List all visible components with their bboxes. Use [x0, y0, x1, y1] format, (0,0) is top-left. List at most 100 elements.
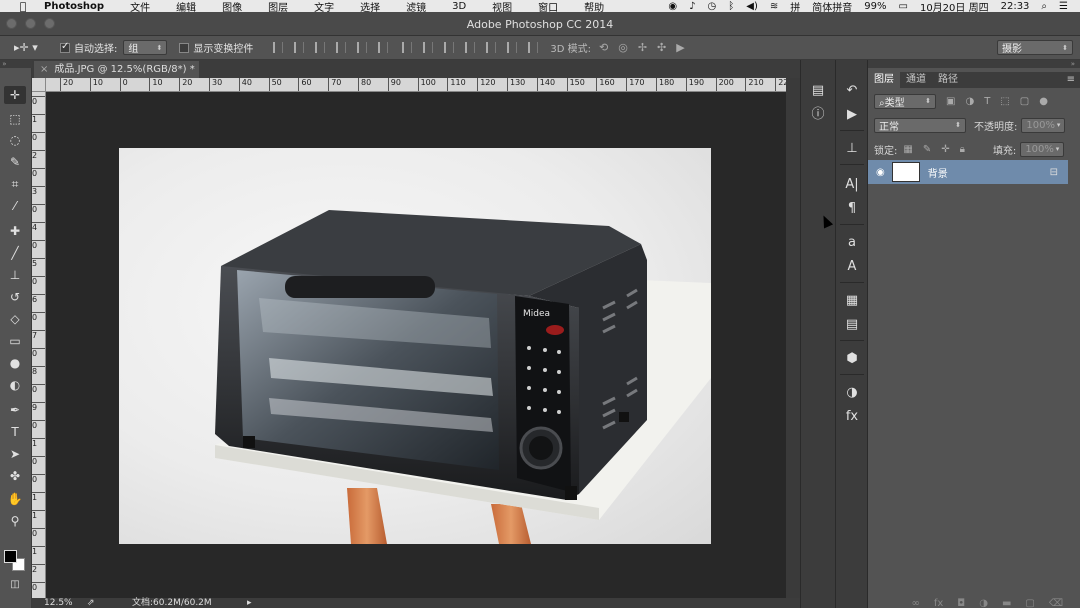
apple-icon[interactable]: 	[16, 0, 30, 12]
layer-name[interactable]: 背景	[928, 165, 948, 180]
brush-tool-icon[interactable]: ╱	[4, 244, 26, 262]
menu-type[interactable]: 文字	[314, 0, 334, 13]
tab-paths[interactable]: 路径	[932, 72, 964, 88]
character-icon[interactable]: A|	[841, 176, 863, 194]
menu-edit[interactable]: 编辑	[176, 0, 196, 13]
record-icon[interactable]: ◉	[668, 1, 677, 12]
info-icon[interactable]: ⓘ	[807, 106, 829, 124]
dodge-tool-icon[interactable]: ◐	[4, 376, 26, 394]
wifi-icon[interactable]: ≋	[770, 1, 778, 12]
lock-position-icon[interactable]: ✛	[941, 144, 949, 155]
bluetooth-icon[interactable]: ᛒ	[728, 1, 734, 12]
time-label[interactable]: 22:33	[1001, 1, 1030, 12]
new-layer-icon[interactable]: ▢	[1025, 598, 1034, 608]
menu-view[interactable]: 视图	[492, 0, 512, 13]
filter-type-dropdown[interactable]: ⌕类型 ⬍	[874, 93, 936, 109]
quick-mask-icon[interactable]: ◫	[4, 576, 26, 594]
paragraph-styles-icon[interactable]: A	[841, 258, 863, 276]
lock-all-icon[interactable]: 🔒︎	[960, 144, 965, 155]
adjustment-layer-icon[interactable]: ◑	[979, 598, 988, 608]
distribute-bottom-icon[interactable]	[444, 42, 455, 53]
blur-tool-icon[interactable]: ●	[4, 354, 26, 372]
vertical-ruler[interactable]: 0 1 0 2 0 3 0 4 0 5 0 6 0 7 0 8 0 9 0 1 0 0 1 1 0 1 2 0	[32, 92, 46, 598]
adjustments-icon[interactable]: ◑	[841, 384, 863, 402]
distribute-vcenter-icon[interactable]	[423, 42, 434, 53]
scale-3d-icon[interactable]: ▶	[676, 41, 684, 54]
slide-3d-icon[interactable]: ✣	[657, 41, 666, 54]
align-top-icon[interactable]	[273, 42, 284, 53]
stamp-tool-icon[interactable]: ⊥	[4, 266, 26, 284]
roll-3d-icon[interactable]: ◎	[618, 41, 628, 54]
layer-row[interactable]: ◉ 背景 ⊟	[868, 160, 1068, 184]
document-tab[interactable]: × 成品.JPG @ 12.5%(RGB/8*) *	[34, 61, 199, 78]
close-tab-icon[interactable]: ×	[40, 64, 48, 75]
fill-input[interactable]: 100% ▾	[1020, 141, 1065, 157]
styles-icon[interactable]: fx	[841, 408, 863, 426]
notes-icon[interactable]: ▤	[841, 316, 863, 334]
new-group-icon[interactable]: ▬	[1002, 598, 1011, 608]
notification-icon[interactable]: ☰	[1059, 1, 1068, 12]
delete-layer-icon[interactable]: ⌫	[1049, 598, 1063, 608]
tab-layers[interactable]: 图层	[868, 72, 900, 88]
blend-mode-dropdown[interactable]: 正常 ⬍	[874, 117, 966, 133]
filter-toggle-icon[interactable]: ●	[1039, 96, 1048, 107]
horizontal-ruler[interactable]: 20 10 0 10 20 30 40 50 60 70 80 90 100 110 120 130 140 15…	[46, 78, 786, 92]
history-brush-tool-icon[interactable]: ↺	[4, 288, 26, 306]
show-transform-checkbox[interactable]	[179, 42, 190, 53]
status-menu-arrow-icon[interactable]: ▸	[247, 598, 252, 608]
distribute-left-icon[interactable]	[465, 42, 476, 53]
battery-percent[interactable]: 99%	[864, 1, 886, 12]
filter-type-icon[interactable]: T	[984, 96, 990, 107]
3d-panel-icon[interactable]: ⬢	[841, 350, 863, 368]
tools-collapse-strip[interactable]: »	[0, 60, 32, 68]
actions-icon[interactable]: ▶	[841, 106, 863, 124]
layer-mask-icon[interactable]: ◘	[957, 598, 965, 608]
quick-select-tool-icon[interactable]: ✎	[4, 153, 26, 171]
menu-window[interactable]: 窗口	[538, 0, 558, 13]
tool-preset-picker[interactable]: ▸✛ ▾	[14, 41, 60, 54]
histogram-icon[interactable]: ▤	[807, 82, 829, 100]
align-left-icon[interactable]	[336, 42, 347, 53]
auto-select-dropdown[interactable]: 组 ⬍	[123, 40, 168, 55]
lock-icon[interactable]: ⊟	[1050, 167, 1058, 178]
lasso-tool-icon[interactable]: ◌	[4, 131, 26, 149]
filter-shape-icon[interactable]: ⬚	[1000, 96, 1009, 107]
orbit-3d-icon[interactable]: ⟲	[599, 41, 608, 54]
tab-channels[interactable]: 通道	[900, 72, 932, 88]
canvas-vertical-scrollbar[interactable]	[786, 78, 800, 598]
battery-icon[interactable]: ▭	[899, 1, 908, 12]
move-tool-icon[interactable]: ✛	[4, 86, 26, 104]
character-styles-icon[interactable]: a	[841, 234, 863, 252]
align-vcenter-icon[interactable]	[294, 42, 305, 53]
marquee-tool-icon[interactable]: ⬚	[4, 110, 26, 128]
volume-icon[interactable]: ◀)	[746, 1, 758, 12]
distribute-right-icon[interactable]	[507, 42, 518, 53]
canvas-area[interactable]: Midea	[46, 92, 786, 598]
layer-style-icon[interactable]: fx	[934, 598, 943, 608]
path-select-tool-icon[interactable]: ➤	[4, 445, 26, 463]
crop-tool-icon[interactable]: ⌗	[4, 175, 26, 193]
spotlight-icon[interactable]: ⌕	[1041, 1, 1047, 12]
distribute-hcenter-icon[interactable]	[486, 42, 497, 53]
type-tool-icon[interactable]: T	[4, 423, 26, 441]
layers-collapse-strip[interactable]: »	[868, 60, 1080, 68]
input-method-label[interactable]: 简体拼音	[812, 0, 852, 13]
distribute-top-icon[interactable]	[402, 42, 413, 53]
eye-icon[interactable]: ◉	[876, 167, 885, 178]
layer-comps-icon[interactable]: ▦	[841, 292, 863, 310]
workspace-dropdown[interactable]: 摄影 ⬍	[997, 40, 1073, 55]
eraser-tool-icon[interactable]: ◇	[4, 310, 26, 328]
lock-transparency-icon[interactable]: ▦	[903, 144, 912, 155]
pen-tool-icon[interactable]: ✒	[4, 401, 26, 419]
menu-help[interactable]: 帮助	[584, 0, 604, 13]
filter-smart-object-icon[interactable]: ▢	[1020, 96, 1029, 107]
shape-tool-icon[interactable]: ✤	[4, 467, 26, 485]
drag-3d-icon[interactable]: ✢	[638, 41, 647, 54]
document-image[interactable]: Midea	[119, 148, 711, 544]
zoom-level[interactable]: 12.5%	[44, 598, 73, 608]
auto-align-icon[interactable]	[528, 42, 539, 53]
date-label[interactable]: 10月20日 周四	[920, 0, 989, 13]
input-method-icon[interactable]: 拼	[790, 0, 800, 13]
clock-icon[interactable]: ◷	[708, 1, 717, 12]
menu-image[interactable]: 图像	[222, 0, 242, 13]
